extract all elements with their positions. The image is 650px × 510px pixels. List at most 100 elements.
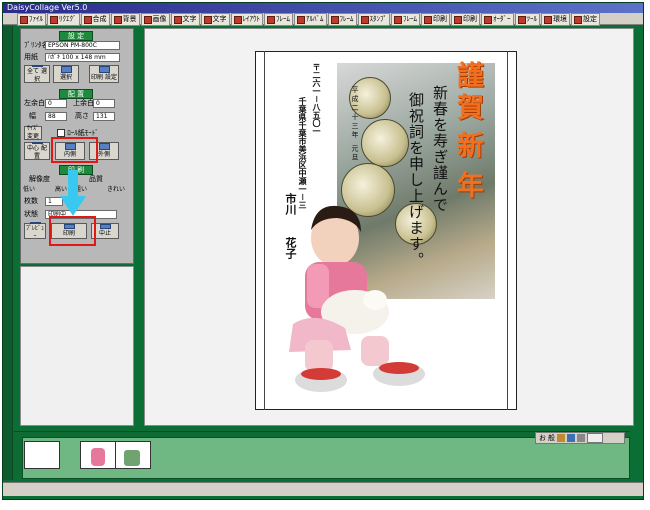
print2-icon bbox=[454, 15, 462, 24]
toolbar-image-button[interactable]: 画像 bbox=[140, 13, 170, 26]
greeting-kinga-1: 謹 bbox=[457, 61, 484, 92]
center-layout-button[interactable]: 中心 配置 bbox=[24, 141, 50, 160]
folder-icon[interactable] bbox=[567, 434, 575, 442]
bottom-toolbar: お 般 bbox=[535, 432, 625, 444]
address-text: 千葉県千葉市美浜区中瀬一－三 bbox=[298, 97, 308, 209]
outer-icon bbox=[98, 143, 110, 150]
toolbar-frame3-button[interactable]: ﾌﾚｰﾑ bbox=[391, 13, 420, 26]
toolbar-composite-button[interactable]: 合成 bbox=[80, 13, 110, 26]
frame-icon bbox=[267, 15, 275, 24]
toolbar-settings-button[interactable]: 設定 bbox=[571, 13, 600, 26]
toolbar-frame-button[interactable]: ﾌﾚｰﾑ bbox=[264, 13, 293, 26]
preview-button[interactable]: ﾌﾟﾚﾋﾞｭｰ bbox=[24, 221, 46, 240]
bamboo-2 bbox=[361, 119, 409, 167]
frame2-icon bbox=[330, 15, 339, 24]
width-label: 幅 bbox=[29, 112, 36, 120]
toolbar-text2-button[interactable]: 文字 bbox=[200, 13, 230, 26]
resize-button[interactable]: ｻｲｽﾞ 変更 bbox=[24, 125, 42, 140]
bottom-tool-2[interactable]: 般 bbox=[548, 433, 555, 443]
select-all-icon bbox=[31, 64, 43, 67]
toolbar-stamp-button[interactable]: ｽﾀﾝﾌﾟ bbox=[357, 13, 390, 26]
album-icon-bottom[interactable] bbox=[557, 434, 565, 442]
main-toolbar: ﾌｧｲﾙ ﾘｸｴｸﾞ 合成 背景 画像 文字 文字 ﾚｲｱｳﾄ ﾌﾚｰﾑ ｱﾙﾊ… bbox=[3, 13, 643, 26]
select-button[interactable]: 選択 bbox=[53, 65, 79, 83]
composite-icon bbox=[83, 15, 92, 24]
resolution-label: 解像度 bbox=[29, 175, 50, 183]
layout-header: 配 置 bbox=[59, 89, 93, 99]
toolbar-file-button[interactable]: ﾌｧｲﾙ bbox=[17, 13, 46, 26]
stamp-icon bbox=[360, 15, 369, 24]
toolbar-album-button[interactable]: ｱﾙﾊﾞﾑ bbox=[294, 13, 327, 26]
paper-label: 用紙 bbox=[24, 53, 38, 61]
order-icon bbox=[484, 15, 492, 24]
print-icon bbox=[424, 15, 432, 24]
quality-high-label: きれい bbox=[107, 186, 126, 193]
res-low-label: 低い bbox=[23, 186, 36, 193]
thumbnail-1[interactable] bbox=[24, 441, 60, 469]
top-margin-field[interactable]: 0 bbox=[93, 99, 115, 108]
width-field[interactable]: 88 bbox=[45, 112, 67, 121]
height-field[interactable]: 131 bbox=[93, 112, 115, 121]
toolbar-tool-button[interactable]: ﾂｰﾙ bbox=[514, 13, 540, 26]
printer-icon bbox=[98, 66, 110, 73]
left-margin-field[interactable]: 0 bbox=[45, 99, 67, 108]
list-icon[interactable] bbox=[577, 434, 585, 442]
title-bar: DaisyCollage Ver5.0 bbox=[3, 3, 643, 13]
env-icon bbox=[544, 15, 552, 24]
background-icon bbox=[113, 15, 122, 24]
thumbnail-3-image bbox=[124, 450, 140, 466]
text2-icon bbox=[203, 15, 212, 24]
date-text: 平成二十三年 元旦 bbox=[351, 86, 359, 163]
toolbar-print2-button[interactable]: 印刷 bbox=[451, 13, 480, 26]
toolbar-env-button[interactable]: 環境 bbox=[541, 13, 570, 26]
greeting-line-1: 新春を寿ぎ謹んで bbox=[431, 85, 449, 213]
select-icon bbox=[60, 66, 72, 73]
print-setting-button[interactable]: 印刷 設定 bbox=[89, 65, 119, 83]
toolbar-text-button[interactable]: 文字 bbox=[170, 13, 200, 26]
image-icon bbox=[143, 15, 152, 24]
toolbar-frame2-button[interactable]: ﾌﾚｰﾑ bbox=[327, 13, 357, 26]
thumbnail-3[interactable] bbox=[115, 441, 151, 469]
text-icon bbox=[173, 15, 182, 24]
baby-photo[interactable] bbox=[275, 200, 425, 395]
settings-header: 設 定 bbox=[59, 31, 93, 41]
cancel-icon bbox=[99, 224, 111, 229]
printer-field[interactable]: EPSON PM-800C bbox=[45, 41, 120, 50]
left-margin-label: 左余白 bbox=[24, 99, 45, 107]
file-icon bbox=[20, 15, 28, 24]
thumbnail-2[interactable] bbox=[80, 441, 116, 469]
center-icon bbox=[31, 141, 43, 144]
toolbar-request-button[interactable]: ﾘｸｴｸﾞ bbox=[47, 13, 80, 26]
empty-panel bbox=[20, 266, 134, 426]
toolbar-background-button[interactable]: 背景 bbox=[110, 13, 140, 26]
view-toggle-icon[interactable] bbox=[587, 433, 603, 443]
copies-label: 枚数 bbox=[24, 197, 38, 205]
thumbnail-2-image bbox=[91, 448, 105, 466]
bottom-tool-1[interactable]: お bbox=[539, 433, 546, 443]
top-margin-label: 上余白 bbox=[73, 99, 94, 107]
toolbar-order-button[interactable]: ｵｰﾀﾞｰ bbox=[481, 13, 514, 26]
quality-label: 品質 bbox=[89, 175, 103, 183]
request-icon bbox=[50, 15, 58, 24]
paper-field[interactable]: ﾊｶﾞｷ 100 x 148 mm bbox=[45, 53, 120, 62]
status-bar bbox=[3, 482, 643, 496]
highlight-box-inner bbox=[51, 137, 98, 163]
frame3-icon bbox=[394, 15, 402, 24]
window-title: DaisyCollage Ver5.0 bbox=[7, 3, 88, 12]
toolbar-layout-button[interactable]: ﾚｲｱｳﾄ bbox=[230, 13, 263, 26]
roll-paper-checkbox[interactable] bbox=[57, 129, 65, 137]
tool-icon bbox=[517, 15, 526, 24]
height-label: 高さ bbox=[75, 112, 89, 120]
highlight-box-print bbox=[49, 216, 96, 246]
album-icon bbox=[297, 15, 305, 24]
greeting-kinga-4: 年 bbox=[457, 171, 484, 202]
down-arrow-icon bbox=[60, 170, 86, 216]
greeting-kinga-3: 新 bbox=[457, 131, 484, 162]
postal-code: 〒二六一－八五〇一 bbox=[312, 63, 322, 135]
preview-icon bbox=[29, 221, 41, 224]
layout-icon bbox=[233, 15, 242, 24]
toolbar-print-button[interactable]: 印刷 bbox=[421, 13, 450, 26]
left-side-rail bbox=[3, 26, 13, 480]
select-all-button[interactable]: 全て 選択 bbox=[24, 64, 50, 83]
settings-icon bbox=[574, 15, 582, 24]
